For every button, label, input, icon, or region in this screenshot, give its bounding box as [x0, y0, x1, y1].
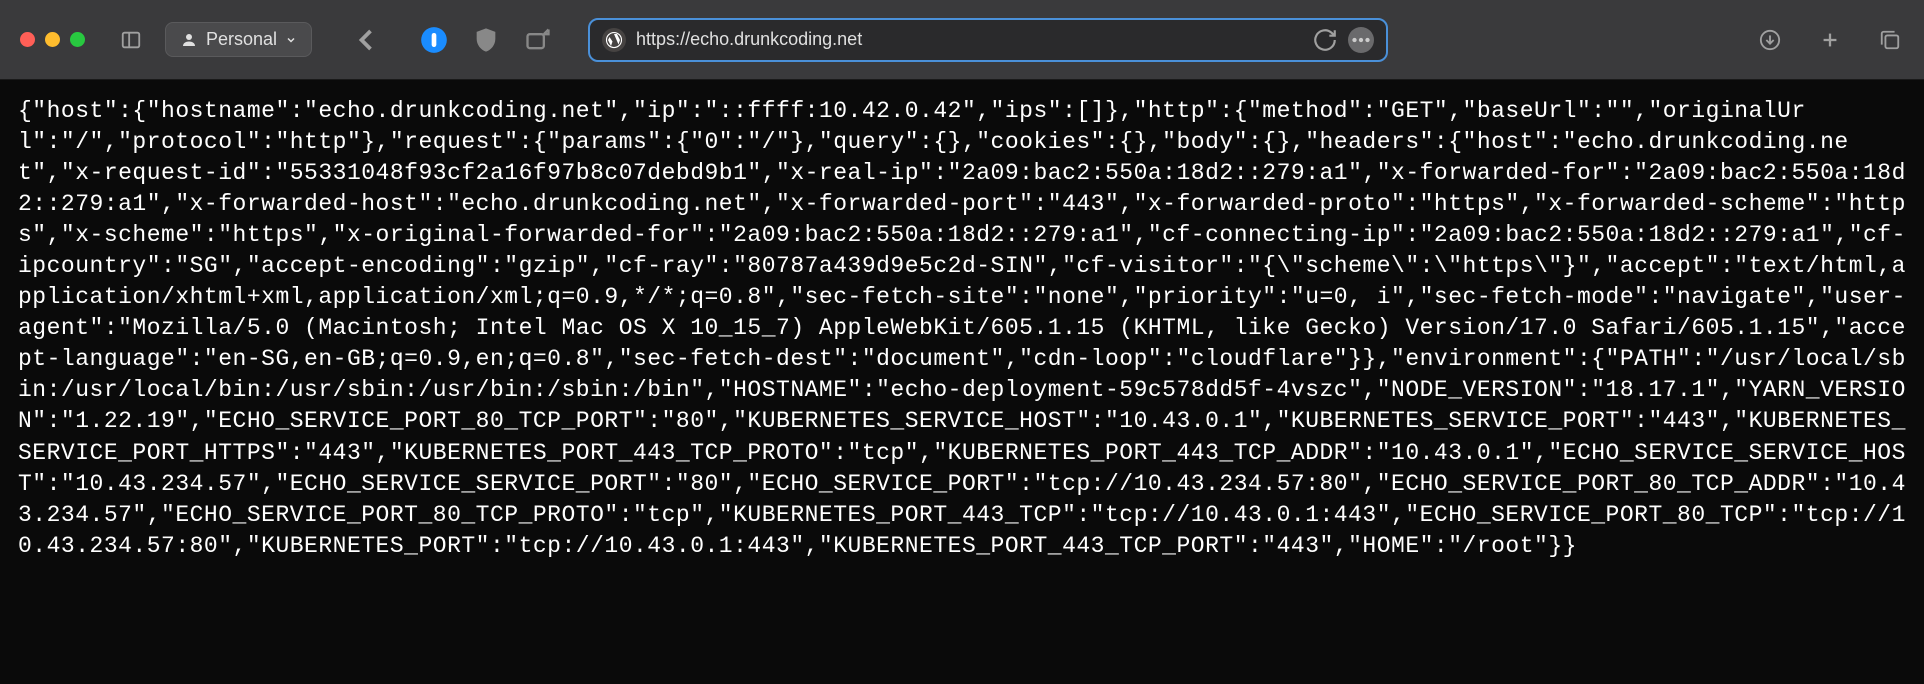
- plus-icon: [1819, 29, 1841, 51]
- page-actions-button[interactable]: [1348, 27, 1374, 53]
- minimize-window-button[interactable]: [45, 32, 60, 47]
- chevron-down-icon: [285, 34, 297, 46]
- extension-icons: [420, 26, 552, 54]
- address-bar[interactable]: [588, 18, 1388, 62]
- profile-label: Personal: [206, 29, 277, 50]
- reload-button[interactable]: [1312, 27, 1338, 53]
- site-favicon: [602, 28, 626, 52]
- extension-1password-icon[interactable]: [420, 26, 448, 54]
- close-window-button[interactable]: [20, 32, 35, 47]
- profile-selector[interactable]: Personal: [165, 22, 312, 57]
- extension-compose-icon[interactable]: [524, 26, 552, 54]
- back-button[interactable]: [348, 22, 384, 58]
- new-tab-button[interactable]: [1816, 26, 1844, 54]
- browser-toolbar: Personal: [0, 0, 1924, 80]
- chevron-left-icon: [348, 22, 384, 58]
- reload-icon: [1312, 27, 1338, 53]
- tabs-icon: [1879, 29, 1901, 51]
- right-toolbar-actions: [1756, 26, 1904, 54]
- tab-overview-button[interactable]: [1876, 26, 1904, 54]
- download-icon: [1759, 29, 1781, 51]
- extension-shield-icon[interactable]: [472, 26, 500, 54]
- sidebar-toggle-button[interactable]: [117, 26, 145, 54]
- window-controls: [20, 32, 85, 47]
- more-horizontal-icon: [1348, 27, 1374, 53]
- page-content: {"host":{"hostname":"echo.drunkcoding.ne…: [0, 80, 1924, 578]
- url-input[interactable]: [636, 29, 1302, 50]
- maximize-window-button[interactable]: [70, 32, 85, 47]
- downloads-button[interactable]: [1756, 26, 1784, 54]
- person-icon: [180, 31, 198, 49]
